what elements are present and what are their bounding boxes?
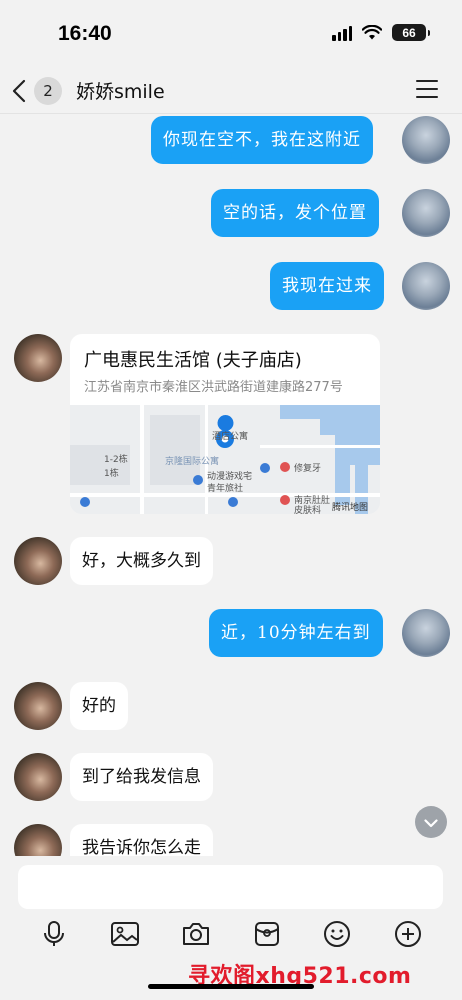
chat-header: 2 娇娇smile <box>0 66 462 114</box>
plus-icon[interactable] <box>392 918 424 950</box>
message-bubble-outgoing[interactable]: 你现在空不，我在这附近 <box>151 116 373 164</box>
wifi-icon <box>362 25 382 40</box>
home-indicator <box>148 984 314 989</box>
red-packet-icon[interactable] <box>251 918 283 950</box>
chat-title: 娇娇smile <box>76 81 165 103</box>
chevron-left-icon <box>12 79 26 103</box>
message-input[interactable] <box>18 865 443 909</box>
message-bubble-incoming[interactable]: 我告诉你怎么走 <box>70 824 213 856</box>
message-bubble-incoming[interactable]: 好，大概多久到 <box>70 537 213 585</box>
message-bubble-outgoing[interactable]: 近，10分钟左右到 <box>209 609 383 657</box>
message-bubble-outgoing[interactable]: 空的话，发个位置 <box>211 189 379 237</box>
chevron-down-icon <box>424 813 438 832</box>
contact-avatar[interactable] <box>14 537 62 585</box>
map-label: 修复牙 <box>294 464 322 474</box>
back-button[interactable]: 2 <box>12 74 72 108</box>
my-avatar[interactable] <box>402 609 450 657</box>
emoji-icon[interactable] <box>321 918 353 950</box>
map-label: 青年旅社 <box>207 484 244 494</box>
my-avatar[interactable] <box>402 189 450 237</box>
location-name: 广电惠民生活馆 (夫子庙店) <box>84 350 302 371</box>
cellular-signal-icon <box>332 25 352 41</box>
status-time: 16:40 <box>58 22 112 45</box>
battery-icon: 66 <box>392 24 430 41</box>
map-label: 京隆国际公寓 <box>165 457 220 467</box>
map-provider-label: 腾讯地图 <box>332 503 369 513</box>
scroll-to-bottom-button[interactable] <box>415 806 447 838</box>
status-icons: 66 <box>332 24 430 41</box>
my-avatar[interactable] <box>402 116 450 164</box>
map-label: 皮肤科 <box>294 506 322 514</box>
menu-icon[interactable] <box>416 80 438 100</box>
status-bar: 16:40 66 <box>0 0 462 66</box>
message-bubble-incoming[interactable]: 好的 <box>70 682 128 730</box>
contact-avatar[interactable] <box>14 682 62 730</box>
location-address: 江苏省南京市秦淮区洪武路街道建康路277号 <box>84 380 343 395</box>
map-label: 1栋 <box>104 469 119 479</box>
unread-count-badge: 2 <box>34 77 62 105</box>
image-icon[interactable] <box>109 918 141 950</box>
camera-icon[interactable] <box>180 918 212 950</box>
map-label: 1-2栋 <box>104 455 128 465</box>
my-avatar[interactable] <box>402 262 450 310</box>
contact-avatar[interactable] <box>14 753 62 801</box>
contact-avatar[interactable] <box>14 334 62 382</box>
map-thumbnail[interactable]: 酒店公寓 京隆国际公寓 1-2栋 1栋 动漫游戏宅 青年旅社 修复牙 南京肚肚 … <box>70 405 380 514</box>
message-bubble-outgoing[interactable]: 我现在过来 <box>270 262 384 310</box>
message-bubble-incoming[interactable]: 到了给我发信息 <box>70 753 213 801</box>
microphone-icon[interactable] <box>38 918 70 950</box>
message-list[interactable]: 你现在空不，我在这附近 空的话，发个位置 我现在过来 广电惠民生活馆 (夫子庙店… <box>0 114 462 856</box>
location-card[interactable]: 广电惠民生活馆 (夫子庙店) 江苏省南京市秦淮区洪武路街道建康路277号 酒店公… <box>70 334 380 514</box>
map-label: 酒店公寓 <box>212 432 249 442</box>
contact-avatar[interactable] <box>14 824 62 856</box>
